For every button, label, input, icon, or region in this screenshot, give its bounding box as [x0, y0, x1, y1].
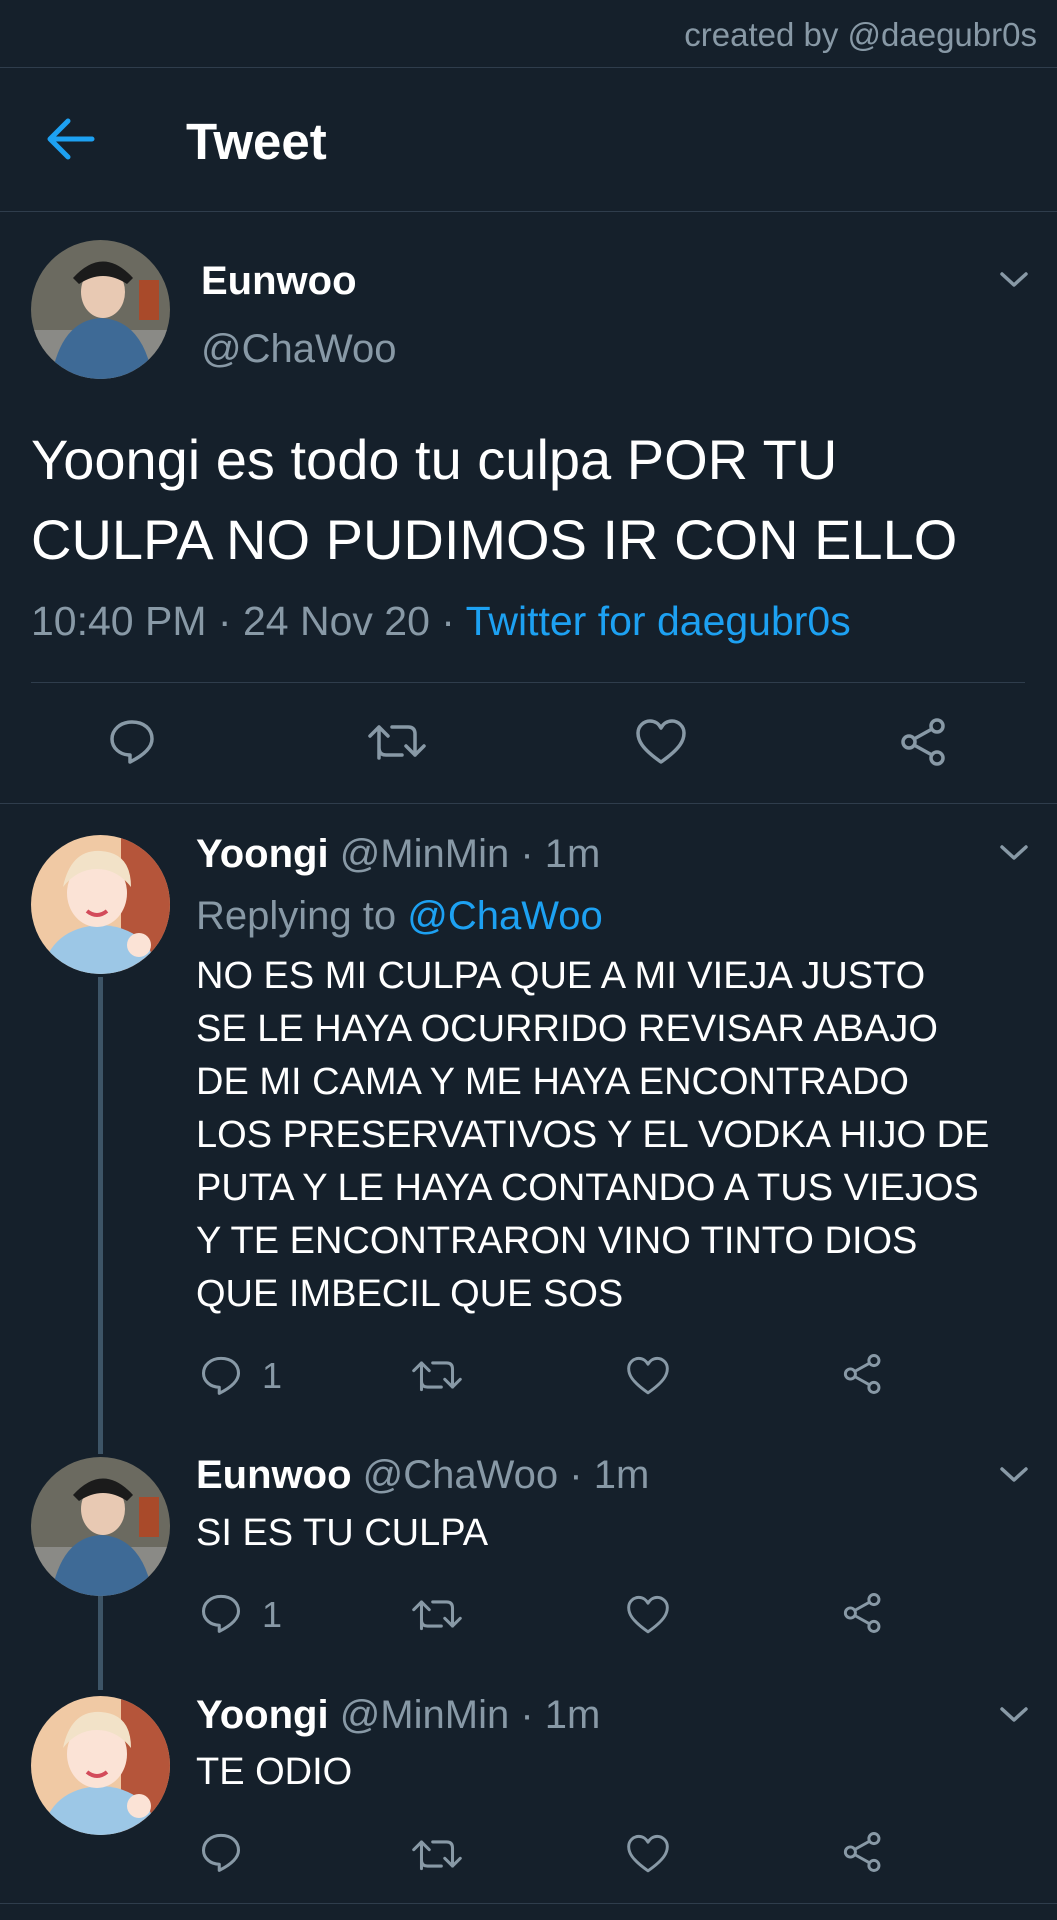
- arrow-left-icon[interactable]: [46, 115, 98, 163]
- reply-header: Yoongi @MinMin · 1m: [196, 1693, 600, 1738]
- author-handle[interactable]: @ChaWoo: [201, 327, 397, 372]
- author-name[interactable]: Yoongi: [196, 1693, 329, 1737]
- retweet-icon[interactable]: [412, 1594, 462, 1634]
- tweet-text: NO ES MI CULPA QUE A MI VIEJA JUSTO SE L…: [196, 950, 1036, 1321]
- top-app-bar: Tweet: [0, 68, 1057, 212]
- like-icon[interactable]: [636, 719, 686, 765]
- like-icon[interactable]: [627, 1834, 669, 1874]
- reply-icon[interactable]: [200, 1831, 242, 1873]
- chevron-down-icon[interactable]: [999, 1465, 1029, 1485]
- reply-header: Yoongi @MinMin · 1m: [196, 832, 600, 877]
- reply-time: · 1m: [569, 1453, 650, 1497]
- reply-icon[interactable]: [108, 717, 156, 765]
- share-icon[interactable]: [842, 1831, 884, 1873]
- reply-time: · 1m: [520, 832, 601, 876]
- meta-separator: ·: [441, 598, 455, 644]
- tweet-text: SI ES TU CULPA: [196, 1512, 489, 1554]
- avatar-yoongi[interactable]: [31, 1696, 170, 1835]
- reply-icon[interactable]: [200, 1592, 242, 1634]
- credit-bar: created by @daegubr0s: [0, 0, 1057, 68]
- text-line: NO ES MI CULPA QUE A MI VIEJA JUSTO: [196, 955, 926, 997]
- tweet-text: TE ODIO: [196, 1751, 353, 1793]
- replying-to: Replying to @ChaWoo: [196, 894, 603, 939]
- meta-separator: ·: [217, 598, 232, 644]
- text-line: PUTA Y LE HAYA CONTANDO A TUS VIEJOS: [196, 1167, 979, 1209]
- tweet-date: 24 Nov 20: [242, 598, 430, 644]
- retweet-icon[interactable]: [368, 718, 426, 764]
- mention-link[interactable]: @ChaWoo: [407, 894, 603, 938]
- text-line: Y TE ENCONTRARON VINO TINTO DIOS: [196, 1220, 918, 1262]
- share-icon[interactable]: [842, 1353, 884, 1395]
- share-icon[interactable]: [899, 717, 949, 767]
- text-line: LOS PRESERVATIVOS Y EL VODKA HIJO DE: [196, 1114, 990, 1156]
- reply-header: Eunwoo @ChaWoo · 1m: [196, 1453, 649, 1498]
- divider: [0, 1903, 1057, 1904]
- like-icon[interactable]: [627, 1595, 669, 1635]
- share-icon[interactable]: [842, 1592, 884, 1634]
- tweet-text: Yoongi es todo tu culpa POR TU CULPA NO …: [31, 428, 958, 571]
- author-handle[interactable]: @MinMin: [340, 832, 510, 876]
- thread-line: [98, 977, 103, 1454]
- avatar-eunwoo[interactable]: [31, 240, 170, 379]
- retweet-icon[interactable]: [412, 1355, 462, 1395]
- avatar-eunwoo[interactable]: [31, 1457, 170, 1596]
- credit-text: created by @daegubr0s: [684, 16, 1037, 53]
- thread-line: [98, 1595, 103, 1690]
- avatar-yoongi[interactable]: [31, 835, 170, 974]
- text-line: DE MI CAMA Y ME HAYA ENCONTRADO: [196, 1061, 909, 1103]
- chevron-down-icon[interactable]: [999, 270, 1029, 290]
- reply-icon[interactable]: [200, 1354, 242, 1396]
- replying-to-label: Replying to: [196, 894, 397, 938]
- author-handle[interactable]: @ChaWoo: [363, 1453, 559, 1497]
- author-handle[interactable]: @MinMin: [340, 1693, 510, 1737]
- tweet-time: 10:40 PM: [31, 598, 207, 644]
- reply-count: 1: [262, 1355, 283, 1396]
- reply-time: · 1m: [520, 1693, 601, 1737]
- retweet-icon[interactable]: [412, 1834, 462, 1874]
- tweet-source-link[interactable]: Twitter for daegubr0s: [466, 598, 851, 644]
- tweet-meta: 10:40 PM · 24 Nov 20 · Twitter for daegu…: [31, 598, 851, 645]
- author-name[interactable]: Eunwoo: [201, 259, 357, 304]
- like-icon[interactable]: [627, 1356, 669, 1396]
- divider: [0, 803, 1057, 804]
- reply-count: 1: [262, 1594, 283, 1635]
- author-name[interactable]: Eunwoo: [196, 1453, 352, 1497]
- text-line: SE LE HAYA OCURRIDO REVISAR ABAJO: [196, 1008, 938, 1050]
- chevron-down-icon[interactable]: [999, 1705, 1029, 1725]
- divider: [31, 682, 1025, 683]
- page-title: Tweet: [186, 113, 327, 170]
- text-line: QUE IMBECIL QUE SOS: [196, 1273, 624, 1315]
- author-name[interactable]: Yoongi: [196, 832, 329, 876]
- chevron-down-icon[interactable]: [999, 843, 1029, 863]
